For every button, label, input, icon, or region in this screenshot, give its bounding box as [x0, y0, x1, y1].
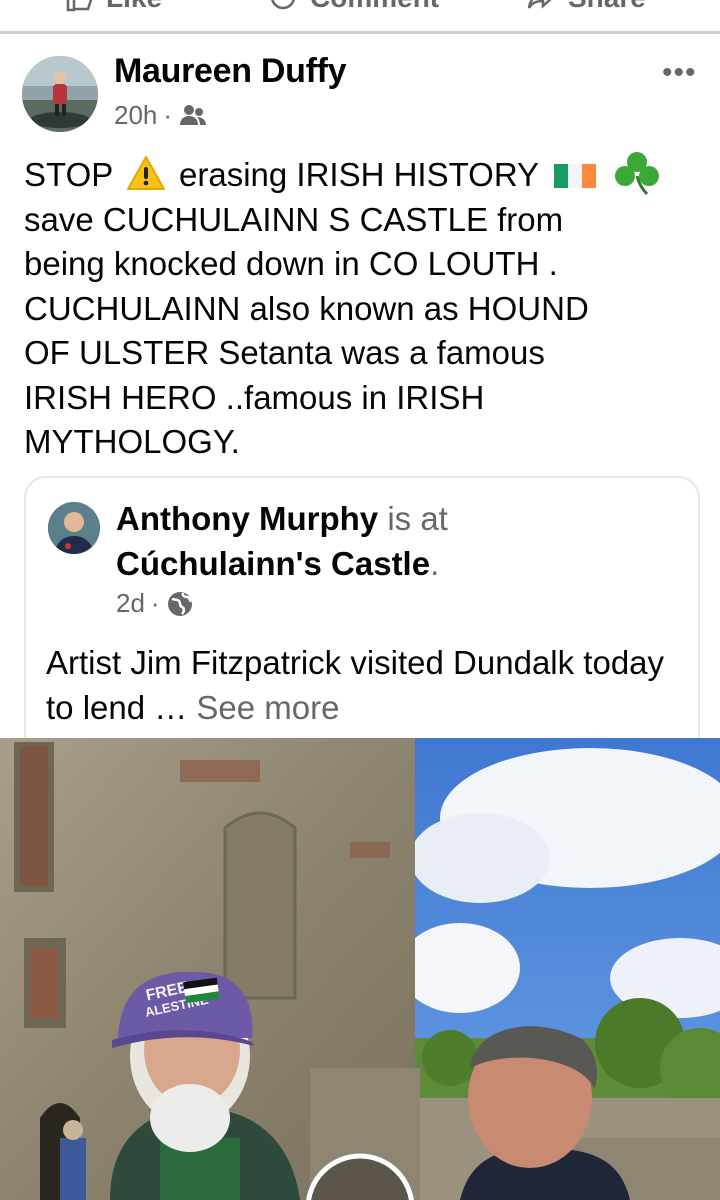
irish-flag-icon — [553, 155, 596, 188]
comment-icon — [271, 0, 295, 10]
like-label: Like — [106, 0, 162, 14]
share-label: Share — [568, 0, 646, 14]
shared-post-text: Artist Jim Fitzpatrick visited Dundalk t… — [46, 640, 686, 730]
post-text-line: STOP erasing IRISH HISTORY — [24, 150, 704, 198]
share-icon — [527, 0, 552, 9]
post-text-line: CUCHULAINN also known as HOUND — [24, 289, 589, 327]
shared-post-card[interactable]: Anthony Murphy is at Cúchulainn's Castle… — [24, 476, 700, 778]
globe-icon — [167, 591, 192, 616]
post-text-line: OF ULSTER Setanta was a famous — [24, 334, 545, 371]
shamrock-emoji-icon — [614, 152, 659, 196]
more-options-button[interactable]: ••• — [662, 56, 697, 90]
post-text-line: IRISH HERO ..famous in IRISH — [24, 378, 485, 416]
post-video-thumbnail[interactable]: FREE ALESTINE — [0, 738, 720, 1200]
warning-emoji-icon — [126, 156, 165, 190]
meta-separator: · — [150, 588, 160, 618]
post-text-segment: erasing IRISH HISTORY — [179, 156, 539, 193]
post-time[interactable]: 20h — [114, 100, 157, 131]
post-text-line: MYTHOLOGY. — [24, 423, 240, 460]
shared-post-title: Anthony Murphy is at Cúchulainn's Castle… — [116, 496, 676, 586]
comment-button[interactable]: Comment — [268, 0, 439, 14]
friends-icon — [180, 104, 207, 125]
post-text: STOP erasing IRISH HISTORY save CUCHULAI… — [24, 150, 704, 465]
shared-post-body: Artist Jim Fitzpatrick visited Dundalk t… — [46, 644, 665, 726]
post-text-line: save CUCHULAINN S CASTLE from — [24, 200, 564, 238]
post-text-segment: STOP — [24, 156, 113, 193]
author-avatar[interactable] — [22, 56, 98, 132]
meta-separator: · — [163, 100, 173, 130]
author-name[interactable]: Maureen Duffy — [114, 52, 347, 91]
like-button[interactable]: Like — [64, 0, 162, 14]
see-more-link[interactable]: See more — [196, 689, 339, 726]
section-divider — [0, 31, 720, 34]
post-actions-bar: Like Comment Share — [0, 0, 720, 30]
comment-label: Comment — [310, 0, 439, 14]
share-button[interactable]: Share — [526, 0, 646, 14]
shared-post-time[interactable]: 2d — [116, 588, 145, 619]
shared-author-name[interactable]: Anthony Murphy — [116, 500, 378, 537]
shared-post-meta: 2d · — [116, 588, 194, 619]
post-meta: 20h · — [114, 100, 208, 131]
post-text-line: being knocked down in CO LOUTH . — [24, 245, 558, 282]
shared-author-avatar[interactable] — [48, 502, 100, 554]
checkin-period: . — [430, 545, 440, 582]
like-icon — [66, 0, 93, 12]
checkin-text: is at — [387, 500, 448, 537]
checkin-place[interactable]: Cúchulainn's Castle — [116, 545, 430, 582]
